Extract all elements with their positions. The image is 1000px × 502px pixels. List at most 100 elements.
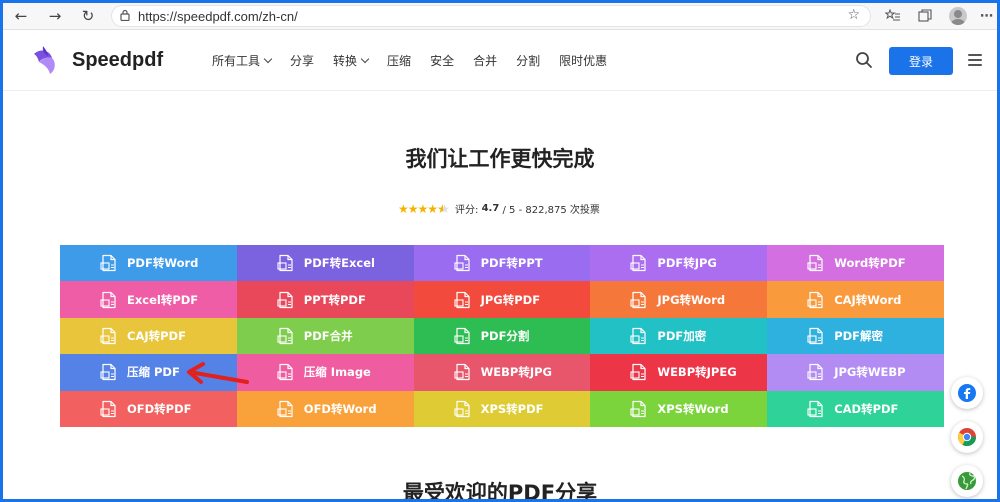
brand-name: Speedpdf <box>72 48 164 71</box>
document-icon <box>454 255 470 272</box>
tool-tile[interactable]: CAJ转PDF <box>60 317 237 355</box>
tool-tile[interactable]: JPG转WEBP <box>767 354 944 391</box>
tool-tile[interactable]: Word转PDF <box>767 245 944 282</box>
document-icon <box>277 364 293 381</box>
tool-tile[interactable]: CAD转PDF <box>767 390 944 427</box>
tool-tile[interactable]: PDF分割 <box>413 317 591 355</box>
popular-share-title: 最受欢迎的PDF分享 <box>402 481 598 502</box>
document-icon <box>454 327 470 345</box>
nav-share[interactable]: 分享 <box>290 52 314 69</box>
tool-label: CAJ转PDF <box>127 328 186 343</box>
brand-logo[interactable]: Speedpdf <box>30 44 163 76</box>
document-icon <box>630 400 646 417</box>
nav-security[interactable]: 安全 <box>430 52 454 69</box>
tool-tile[interactable]: PDF转PPT <box>413 245 591 282</box>
browser-window: ← → ↻ https://speedpdf.com/zh-cn/ ☆ ⋯ Sp… <box>0 0 1000 502</box>
tool-label: PDF转Excel <box>303 256 375 271</box>
document-icon <box>277 327 293 345</box>
document-icon <box>454 364 470 381</box>
rating-stars-icon: ★★★★★★ <box>398 201 449 216</box>
tool-label: PDF转Word <box>127 256 199 271</box>
tool-tile[interactable]: PDF转Excel <box>236 245 414 282</box>
tool-tile[interactable]: JPG转Word <box>590 281 768 318</box>
document-icon <box>277 291 293 308</box>
document-icon <box>630 364 646 381</box>
tool-tile[interactable]: 压缩 Image <box>236 354 414 391</box>
document-icon <box>100 400 116 417</box>
tool-label: JPG转WEBP <box>834 365 906 380</box>
tool-label: PDF合并 <box>303 328 353 343</box>
tools-grid: PDF转Word PDF转Excel PDF转PPT PDF转JPG Word转PDF E… <box>60 245 944 427</box>
tool-tile[interactable]: OFD转Word <box>236 390 414 427</box>
document-icon <box>807 364 823 381</box>
forward-icon[interactable]: → <box>45 6 65 26</box>
profile-avatar[interactable] <box>949 7 967 25</box>
tool-label: PDF分割 <box>480 328 530 343</box>
nav-label: 限时优惠 <box>559 54 608 68</box>
tool-tile[interactable]: XPS转PDF <box>413 390 591 427</box>
document-icon <box>630 255 646 272</box>
rating-value: 4.7 <box>481 203 500 214</box>
web-share-button[interactable] <box>951 465 983 497</box>
search-icon[interactable] <box>855 51 873 69</box>
reload-icon[interactable]: ↻ <box>78 6 98 26</box>
tool-label: CAD转PDF <box>834 401 899 416</box>
chevron-down-icon <box>360 54 370 64</box>
tool-label: Word转PDF <box>834 256 906 271</box>
tool-label: JPG转Word <box>657 292 726 307</box>
tool-tile[interactable]: OFD转PDF <box>60 390 237 427</box>
tool-tile[interactable]: PDF转Word <box>60 245 237 282</box>
tool-tile[interactable]: PDF解密 <box>767 317 944 355</box>
tool-tile[interactable]: PDF转JPG <box>590 245 768 282</box>
rating-prefix: 评分: <box>455 205 479 216</box>
document-icon <box>807 400 823 417</box>
tool-tile[interactable]: XPS转Word <box>590 390 768 427</box>
hamburger-menu-icon[interactable] <box>968 54 982 66</box>
more-options-icon[interactable]: ⋯ <box>978 7 996 25</box>
document-icon <box>630 327 646 345</box>
document-icon <box>807 291 823 308</box>
document-icon <box>100 291 116 308</box>
tool-label: OFD转PDF <box>127 401 192 416</box>
bookmark-star-icon[interactable]: ☆ <box>847 7 860 23</box>
tool-label: PDF加密 <box>657 328 707 343</box>
favorites-icon[interactable] <box>883 7 901 25</box>
nav-convert[interactable]: 转换 <box>333 52 370 69</box>
nav-merge[interactable]: 合并 <box>473 52 497 69</box>
tool-tile[interactable]: Excel转PDF <box>60 281 237 318</box>
tool-label: WEBP转JPG <box>480 365 552 380</box>
nav-label: 分割 <box>516 54 541 68</box>
chevron-down-icon <box>263 54 273 64</box>
url-text: https://speedpdf.com/zh-cn/ <box>138 8 298 24</box>
chrome-icon <box>958 428 976 447</box>
login-button[interactable]: 登录 <box>889 47 953 75</box>
address-bar[interactable]: https://speedpdf.com/zh-cn/ ☆ <box>111 5 871 27</box>
tool-tile[interactable]: CAJ转Word <box>767 281 944 318</box>
lock-icon <box>120 9 130 24</box>
document-icon <box>630 291 646 308</box>
tool-tile[interactable]: PPT转PDF <box>236 281 414 318</box>
nav-limited-offer[interactable]: 限时优惠 <box>559 52 607 69</box>
nav-split[interactable]: 分割 <box>516 52 540 69</box>
facebook-share-button[interactable] <box>951 377 983 409</box>
nav-all-tools[interactable]: 所有工具 <box>212 52 273 69</box>
nav-compress[interactable]: 压缩 <box>387 52 411 69</box>
tool-label: WEBP转JPEG <box>657 365 737 380</box>
tool-tile[interactable]: JPG转PDF <box>413 281 591 318</box>
nav-label: 所有工具 <box>212 54 261 68</box>
back-icon[interactable]: ← <box>11 6 31 26</box>
chrome-share-button[interactable] <box>951 421 983 453</box>
document-icon <box>277 255 293 272</box>
tool-tile[interactable]: WEBP转JPEG <box>590 354 768 391</box>
document-icon <box>100 327 116 345</box>
nav-label: 压缩 <box>387 54 412 68</box>
document-icon <box>100 255 116 272</box>
browser-toolbar: ← → ↻ https://speedpdf.com/zh-cn/ ☆ ⋯ <box>3 3 997 30</box>
red-arrow-annotation <box>187 362 249 384</box>
document-icon <box>100 364 116 381</box>
tool-tile[interactable]: WEBP转JPG <box>413 354 591 391</box>
collections-icon[interactable] <box>916 7 934 25</box>
tool-label: XPS转Word <box>657 401 729 416</box>
tool-tile[interactable]: PDF合并 <box>236 317 414 355</box>
tool-tile[interactable]: PDF加密 <box>590 317 768 355</box>
